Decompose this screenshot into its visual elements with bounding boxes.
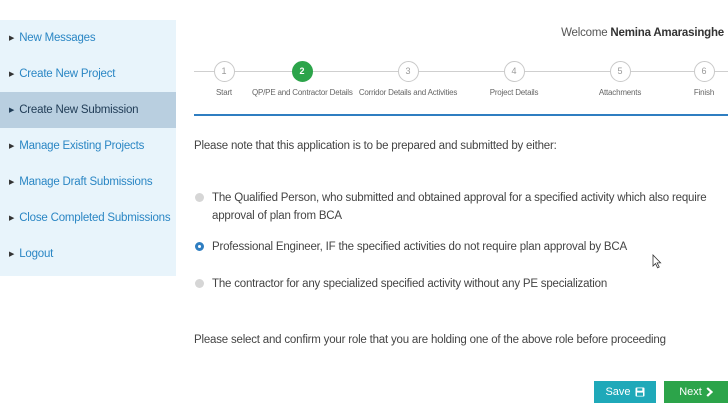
application-note: Please note that this application is to … bbox=[194, 140, 557, 152]
step-project-details: 4 Project Details bbox=[464, 56, 564, 97]
chevron-right-icon bbox=[706, 387, 713, 397]
role-option-professional-engineer[interactable]: Professional Engineer, IF the specified … bbox=[195, 238, 627, 256]
step-label: Corridor Details and Activities bbox=[358, 88, 458, 97]
section-divider bbox=[194, 114, 728, 116]
user-name: Nemina Amarasinghe bbox=[610, 27, 724, 39]
triangle-right-icon: ▶ bbox=[9, 71, 15, 78]
sidebar-item-logout[interactable]: ▶ Logout bbox=[0, 236, 176, 272]
sidebar-item-label: Create New Submission bbox=[19, 104, 139, 116]
sidebar-item-label: Manage Draft Submissions bbox=[19, 176, 153, 188]
radio-qualified-person[interactable] bbox=[195, 193, 204, 202]
floppy-disk-icon bbox=[635, 387, 645, 397]
sidebar-item-label: New Messages bbox=[19, 32, 96, 44]
step-number: 6 bbox=[693, 61, 715, 82]
mouse-pointer-icon bbox=[652, 254, 662, 269]
step-label: Project Details bbox=[489, 88, 539, 97]
step-number: 1 bbox=[213, 61, 235, 82]
sidebar-item-manage-existing-projects[interactable]: ▶ Manage Existing Projects bbox=[0, 128, 176, 164]
sidebar-item-label: Close Completed Submissions bbox=[19, 212, 171, 224]
triangle-right-icon: ▶ bbox=[9, 35, 15, 42]
confirm-role-instruction: Please select and confirm your role that… bbox=[194, 334, 666, 346]
role-option-label: Professional Engineer, IF the specified … bbox=[212, 241, 627, 253]
welcome-prefix: Welcome bbox=[561, 27, 608, 39]
radio-contractor[interactable] bbox=[195, 279, 204, 288]
step-number: 3 bbox=[397, 61, 419, 82]
step-label: QP/PE and Contractor Details bbox=[252, 88, 353, 97]
step-qp-pe-contractor: 2 QP/PE and Contractor Details bbox=[252, 56, 353, 97]
step-corridor-details: 3 Corridor Details and Activities bbox=[358, 56, 458, 97]
triangle-right-icon: ▶ bbox=[9, 215, 15, 222]
step-number: 2 bbox=[291, 61, 313, 82]
step-number: 4 bbox=[503, 61, 525, 82]
triangle-right-icon: ▶ bbox=[9, 251, 15, 258]
triangle-right-icon: ▶ bbox=[9, 179, 15, 186]
sidebar-item-manage-draft-submissions[interactable]: ▶ Manage Draft Submissions bbox=[0, 164, 176, 200]
sidebar-item-new-messages[interactable]: ▶ New Messages bbox=[0, 20, 176, 56]
sidebar-item-close-completed-submissions[interactable]: ▶ Close Completed Submissions bbox=[0, 200, 176, 236]
role-option-qualified-person[interactable]: The Qualified Person, who submitted and … bbox=[195, 189, 725, 225]
welcome-message: Welcome Nemina Amarasinghe bbox=[561, 27, 724, 39]
next-button[interactable]: Next bbox=[664, 381, 728, 403]
sidebar-item-label: Logout bbox=[19, 248, 54, 260]
triangle-right-icon: ▶ bbox=[9, 107, 15, 114]
step-label: Finish bbox=[693, 88, 715, 97]
role-option-label: The Qualified Person, who submitted and … bbox=[212, 192, 707, 222]
step-finish: 6 Finish bbox=[654, 56, 728, 97]
save-button-label: Save bbox=[605, 386, 631, 398]
sidebar-item-label: Create New Project bbox=[19, 68, 116, 80]
sidebar-item-create-new-project[interactable]: ▶ Create New Project bbox=[0, 56, 176, 92]
save-button[interactable]: Save bbox=[594, 381, 656, 403]
radio-professional-engineer[interactable] bbox=[195, 242, 204, 251]
sidebar-item-label: Manage Existing Projects bbox=[19, 140, 145, 152]
triangle-right-icon: ▶ bbox=[9, 143, 15, 150]
role-option-label: The contractor for any specialized speci… bbox=[212, 278, 608, 290]
step-number: 5 bbox=[609, 61, 631, 82]
role-option-contractor[interactable]: The contractor for any specialized speci… bbox=[195, 275, 607, 293]
sidebar-item-create-new-submission[interactable]: ▶ Create New Submission bbox=[0, 92, 176, 128]
next-button-label: Next bbox=[679, 386, 702, 398]
progress-stepper: 1 Start 2 QP/PE and Contractor Details 3… bbox=[194, 56, 728, 106]
sidebar-nav: ▶ New Messages ▶ Create New Project ▶ Cr… bbox=[0, 20, 176, 276]
